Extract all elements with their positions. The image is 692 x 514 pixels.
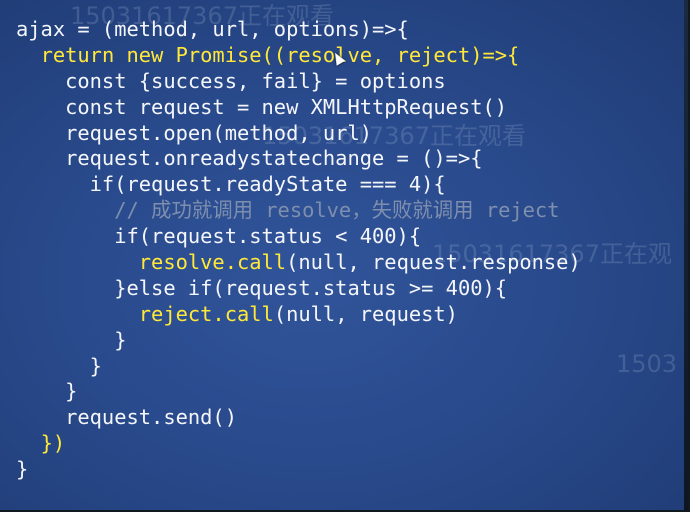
code-line: reject.call(null, request) [16, 302, 581, 328]
code-line: request.open(method, url) [16, 120, 373, 145]
code-keyword: reject.call [138, 301, 274, 326]
code-line: if(request.status < 400){ [16, 224, 422, 249]
code-line: request.onreadystatechange = ()=>{ [16, 146, 483, 171]
code-line: } [16, 353, 102, 378]
code-keyword: return new Promise((resolve, reject)=>{ [40, 42, 520, 67]
code-line: return new Promise((resolve, reject)=>{ [16, 43, 581, 69]
code-line: }) [16, 431, 581, 457]
code-keyword: resolve.call [138, 250, 287, 275]
code-line: } [16, 327, 127, 352]
code-line: // 成功就调用 resolve，失败就调用 reject [16, 198, 581, 224]
code-comment: // 成功就调用 resolve，失败就调用 reject [114, 198, 560, 223]
window-edge [684, 0, 688, 510]
code-block: ajax = (method, url, options)=>{ return … [16, 17, 581, 483]
watermark-text: 1503 [616, 350, 678, 378]
code-line: const request = new XMLHttpRequest() [16, 94, 508, 119]
code-line: }else if(request.status >= 400){ [16, 275, 508, 300]
code-text: (null, request.response) [286, 250, 581, 275]
code-line: } [16, 457, 29, 482]
code-line: } [16, 379, 78, 404]
code-line: const {success, fail} = options [16, 68, 446, 93]
code-slide: 15031617367正在观看 15031617367正在观看 15031617… [0, 0, 690, 512]
code-line: if(request.readyState === 4){ [16, 172, 446, 197]
code-line: request.send() [16, 405, 237, 430]
code-keyword: }) [40, 431, 66, 456]
code-line: ajax = (method, url, options)=>{ [16, 17, 409, 41]
code-text: (null, request) [273, 301, 458, 326]
code-line: resolve.call(null, request.response) [16, 250, 581, 276]
